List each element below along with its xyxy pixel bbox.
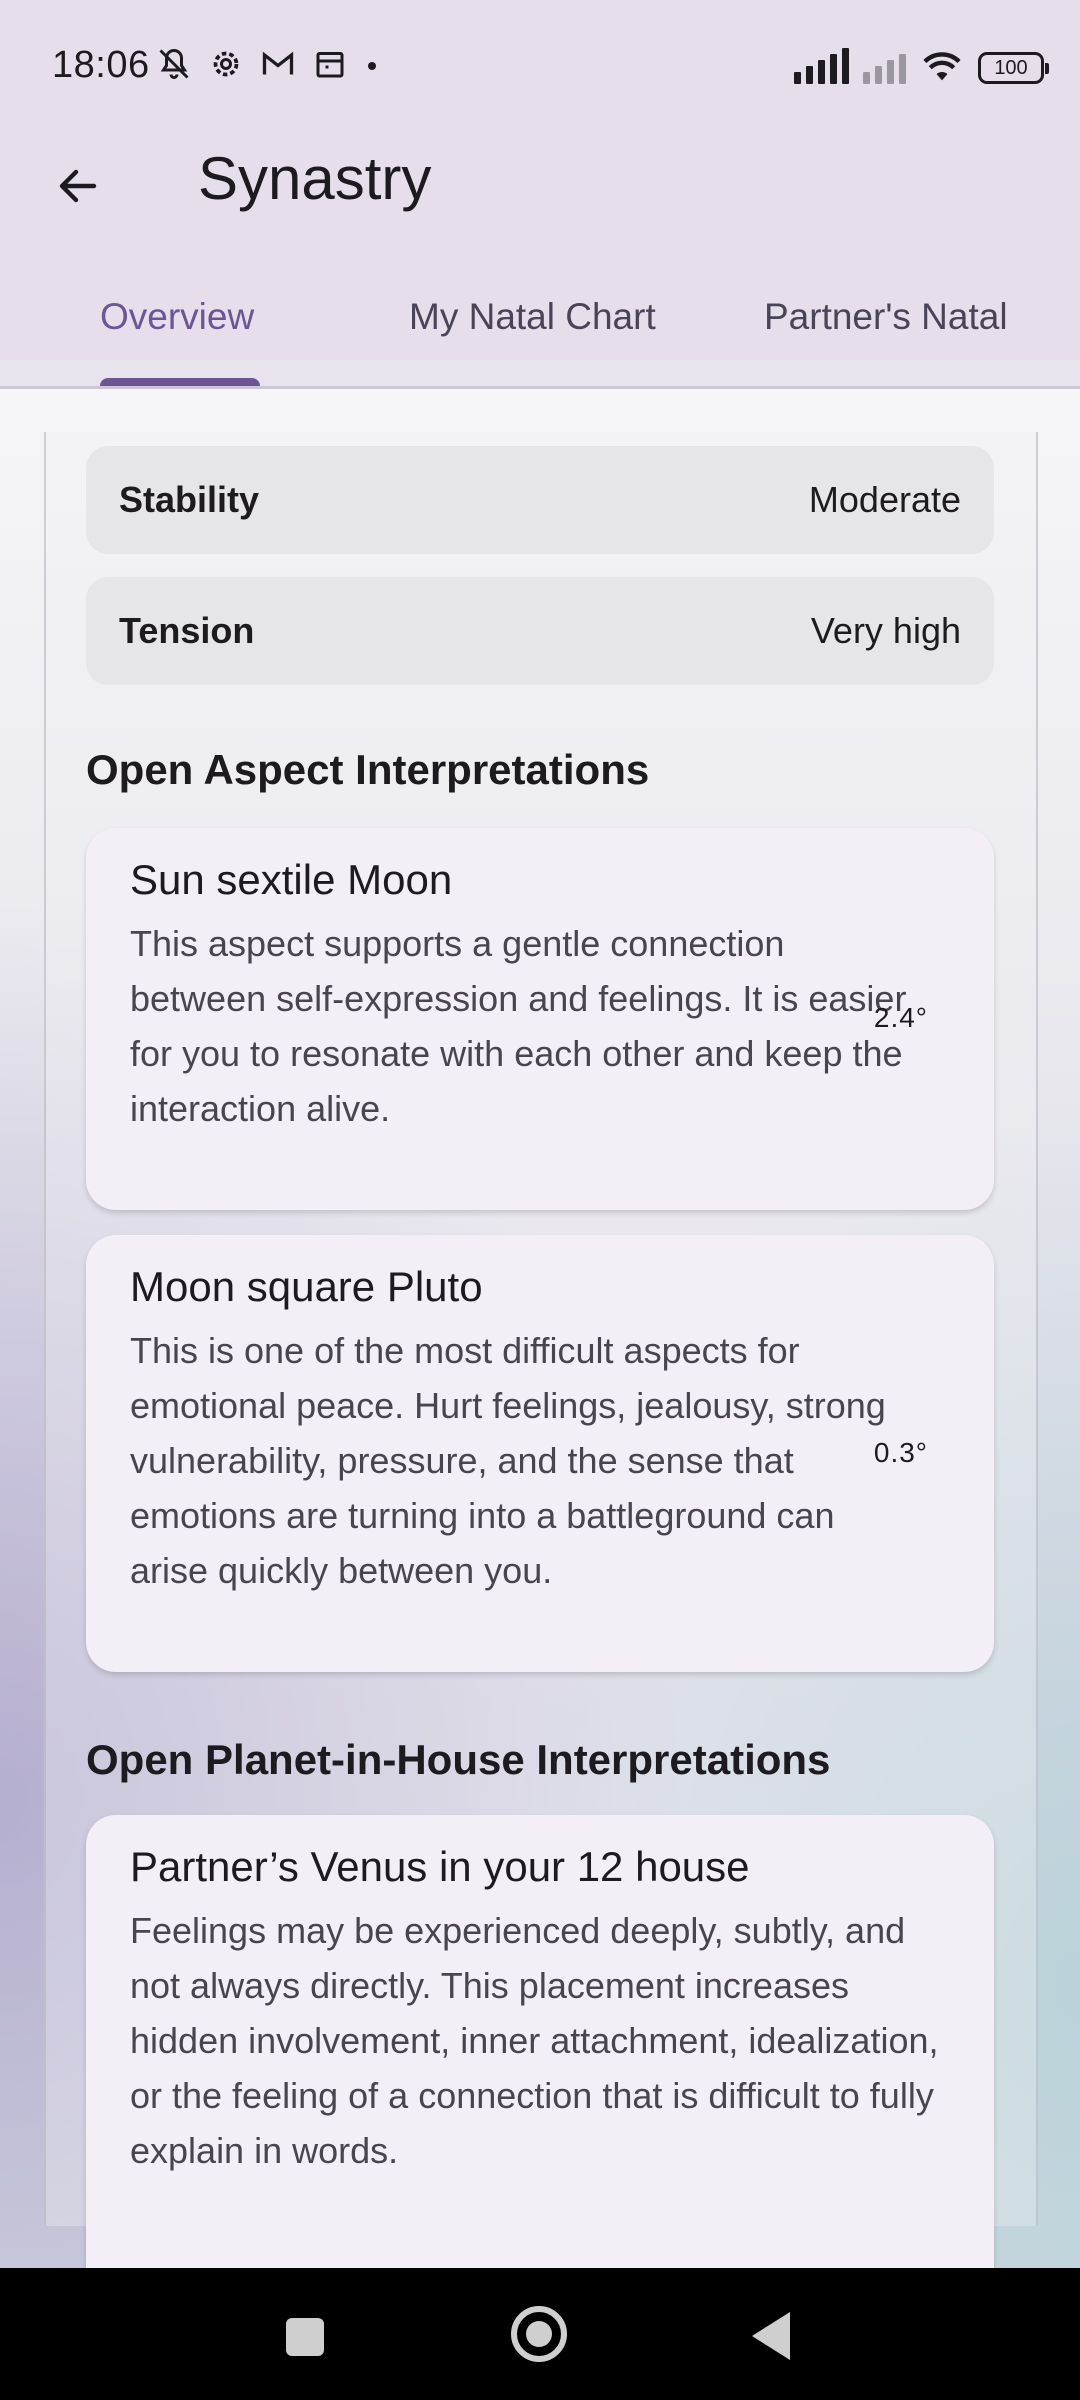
system-icons: 100: [794, 48, 1049, 84]
tab-overview[interactable]: Overview: [100, 296, 254, 338]
house-card[interactable]: Partner’s Venus in your 12 house Feeling…: [86, 1815, 994, 2315]
system-back-button[interactable]: [752, 2312, 790, 2360]
battery-icon: 100: [978, 52, 1049, 84]
tab-bar: Overview My Natal Chart Partner's Natal: [0, 296, 1080, 384]
metric-value: Moderate: [808, 479, 961, 520]
page-title: Synastry: [198, 145, 432, 212]
aspect-description: This is one of the most difficult aspect…: [130, 1330, 886, 1591]
house-description: Feelings may be experienced deeply, subt…: [130, 1910, 939, 2171]
back-button[interactable]: [40, 148, 116, 224]
aspect-title: Sun sextile Moon: [130, 856, 453, 903]
tab-my-natal-chart[interactable]: My Natal Chart: [409, 296, 656, 338]
home-button[interactable]: [511, 2306, 567, 2362]
aspect-orb: 2.4°: [873, 1002, 928, 1033]
notification-icons: [156, 46, 348, 82]
calendar-icon: [316, 52, 344, 78]
wifi-icon: [923, 52, 961, 81]
signal-2-icon: [863, 48, 906, 84]
metric-label: Stability: [119, 479, 260, 520]
aspect-orb: 0.3°: [873, 1437, 928, 1468]
signal-icon: [794, 48, 849, 84]
aspects-section-title: Open Aspect Interpretations: [86, 746, 650, 793]
metric-stability: Stability Moderate: [86, 446, 994, 554]
metric-label: Tension: [119, 610, 255, 651]
aspect-title: Moon square Pluto: [130, 1263, 483, 1310]
metric-tension: Tension Very high: [86, 577, 994, 685]
house-title: Partner’s Venus in your 12 house: [130, 1843, 750, 1890]
metric-value: Very high: [810, 610, 961, 651]
tab-partners-natal[interactable]: Partner's Natal: [764, 296, 1080, 338]
aspect-description: This aspect supports a gentle connection…: [130, 923, 907, 1129]
gmail-icon: [262, 51, 294, 75]
settings-icon: [213, 51, 239, 77]
recents-button[interactable]: [286, 2318, 324, 2356]
aspect-card[interactable]: Sun sextile Moon This aspect supports a …: [86, 828, 994, 1210]
arrow-left-icon: [59, 169, 97, 203]
houses-section-title: Open Planet-in-House Interpretations: [86, 1736, 831, 1783]
aspect-card[interactable]: Moon square Pluto This is one of the mos…: [86, 1235, 994, 1672]
bell-off-icon: [159, 48, 189, 79]
status-time: 18:06: [52, 44, 150, 86]
more-notifications-dot: [368, 62, 376, 70]
system-nav-bar: [0, 2268, 1080, 2400]
status-bar: 18:06 100: [0, 0, 1080, 134]
